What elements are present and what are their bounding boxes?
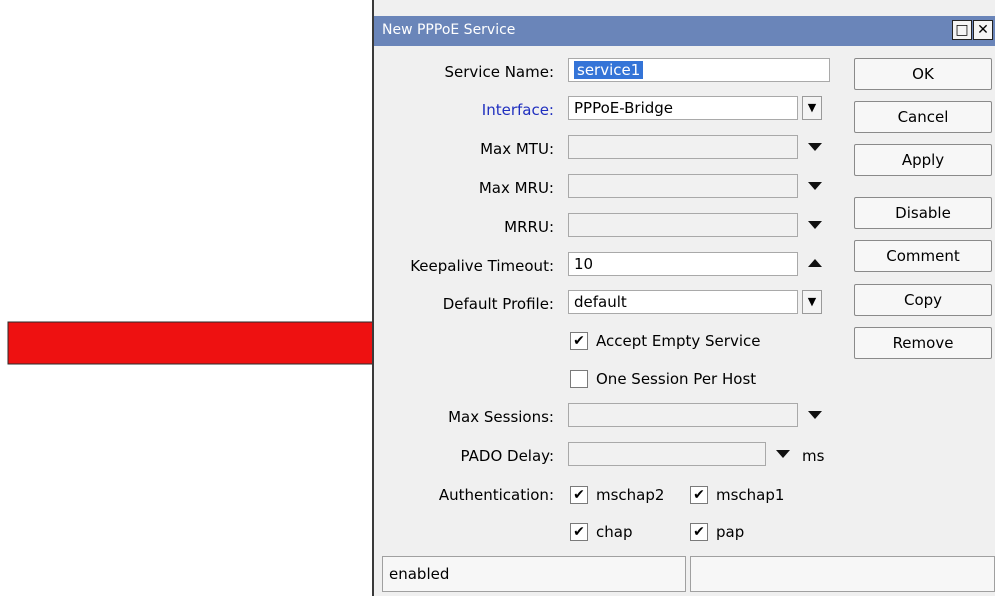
interface-value: PPPoE-Bridge (574, 99, 674, 117)
status-bar-left: enabled (382, 556, 686, 592)
mschap1-label[interactable]: mschap1 (716, 486, 784, 504)
pado-delay-expand-icon[interactable] (776, 450, 790, 458)
chap-label[interactable]: chap (596, 523, 632, 541)
checkmark-icon: ✔ (693, 524, 705, 540)
checkmark-icon: ✔ (693, 487, 705, 503)
remove-button[interactable]: Remove (854, 327, 992, 359)
max-mru-input[interactable] (568, 174, 798, 198)
keepalive-timeout-input[interactable]: 10 (568, 252, 798, 276)
cancel-button[interactable]: Cancel (854, 101, 992, 133)
apply-button[interactable]: Apply (854, 144, 992, 176)
checkmark-icon: ✔ (573, 524, 585, 540)
max-mru-label: Max MRU: (478, 179, 554, 197)
service-name-value: service1 (574, 61, 644, 79)
service-name-label: Service Name: (444, 63, 554, 81)
pap-checkbox[interactable]: ✔ (690, 523, 708, 541)
mrru-expand-icon[interactable] (808, 221, 822, 229)
max-mru-expand-icon[interactable] (808, 182, 822, 190)
title-bar[interactable]: New PPPoE Service □ ✕ (374, 16, 995, 46)
accept-empty-service-label[interactable]: Accept Empty Service (596, 332, 760, 350)
max-mtu-expand-icon[interactable] (808, 143, 822, 151)
mschap2-label[interactable]: mschap2 (596, 486, 664, 504)
mschap1-checkbox[interactable]: ✔ (690, 486, 708, 504)
restore-icon[interactable]: □ (952, 20, 972, 40)
pppoe-service-dialog: New PPPoE Service □ ✕ Service Name: serv… (372, 0, 995, 596)
keepalive-timeout-label: Keepalive Timeout: (410, 257, 554, 275)
default-profile-select[interactable]: default (568, 290, 798, 314)
keepalive-collapse-icon[interactable] (808, 259, 822, 267)
interface-dropdown-icon[interactable]: ▼ (802, 96, 822, 120)
mschap2-checkbox[interactable]: ✔ (570, 486, 588, 504)
one-session-per-host-label[interactable]: One Session Per Host (596, 370, 756, 388)
pap-label[interactable]: pap (716, 523, 744, 541)
service-name-input[interactable]: service1 (568, 58, 830, 82)
close-icon[interactable]: ✕ (973, 20, 993, 40)
default-profile-label: Default Profile: (442, 295, 554, 313)
mrru-input[interactable] (568, 213, 798, 237)
window-title: New PPPoE Service (382, 22, 516, 38)
max-mtu-label: Max MTU: (480, 140, 554, 158)
chap-checkbox[interactable]: ✔ (570, 523, 588, 541)
comment-button[interactable]: Comment (854, 240, 992, 272)
status-text: enabled (389, 565, 450, 583)
authentication-label: Authentication: (438, 486, 554, 504)
status-bar-right (690, 556, 995, 592)
max-sessions-expand-icon[interactable] (808, 411, 822, 419)
interface-label[interactable]: Interface: (374, 101, 554, 119)
max-sessions-label: Max Sessions: (448, 408, 554, 426)
copy-button[interactable]: Copy (854, 284, 992, 316)
one-session-per-host-checkbox[interactable] (570, 370, 588, 388)
default-profile-dropdown-icon[interactable]: ▼ (802, 290, 822, 314)
disable-button[interactable]: Disable (854, 197, 992, 229)
pado-delay-input[interactable] (568, 442, 766, 466)
checkmark-icon: ✔ (573, 333, 585, 349)
max-mtu-input[interactable] (568, 135, 798, 159)
ok-button[interactable]: OK (854, 58, 992, 90)
max-sessions-input[interactable] (568, 403, 798, 427)
pado-delay-label: PADO Delay: (460, 447, 554, 465)
mrru-label: MRRU: (504, 218, 554, 236)
pado-delay-unit: ms (802, 447, 825, 465)
accept-empty-service-checkbox[interactable]: ✔ (570, 332, 588, 350)
interface-select[interactable]: PPPoE-Bridge (568, 96, 798, 120)
checkmark-icon: ✔ (573, 487, 585, 503)
